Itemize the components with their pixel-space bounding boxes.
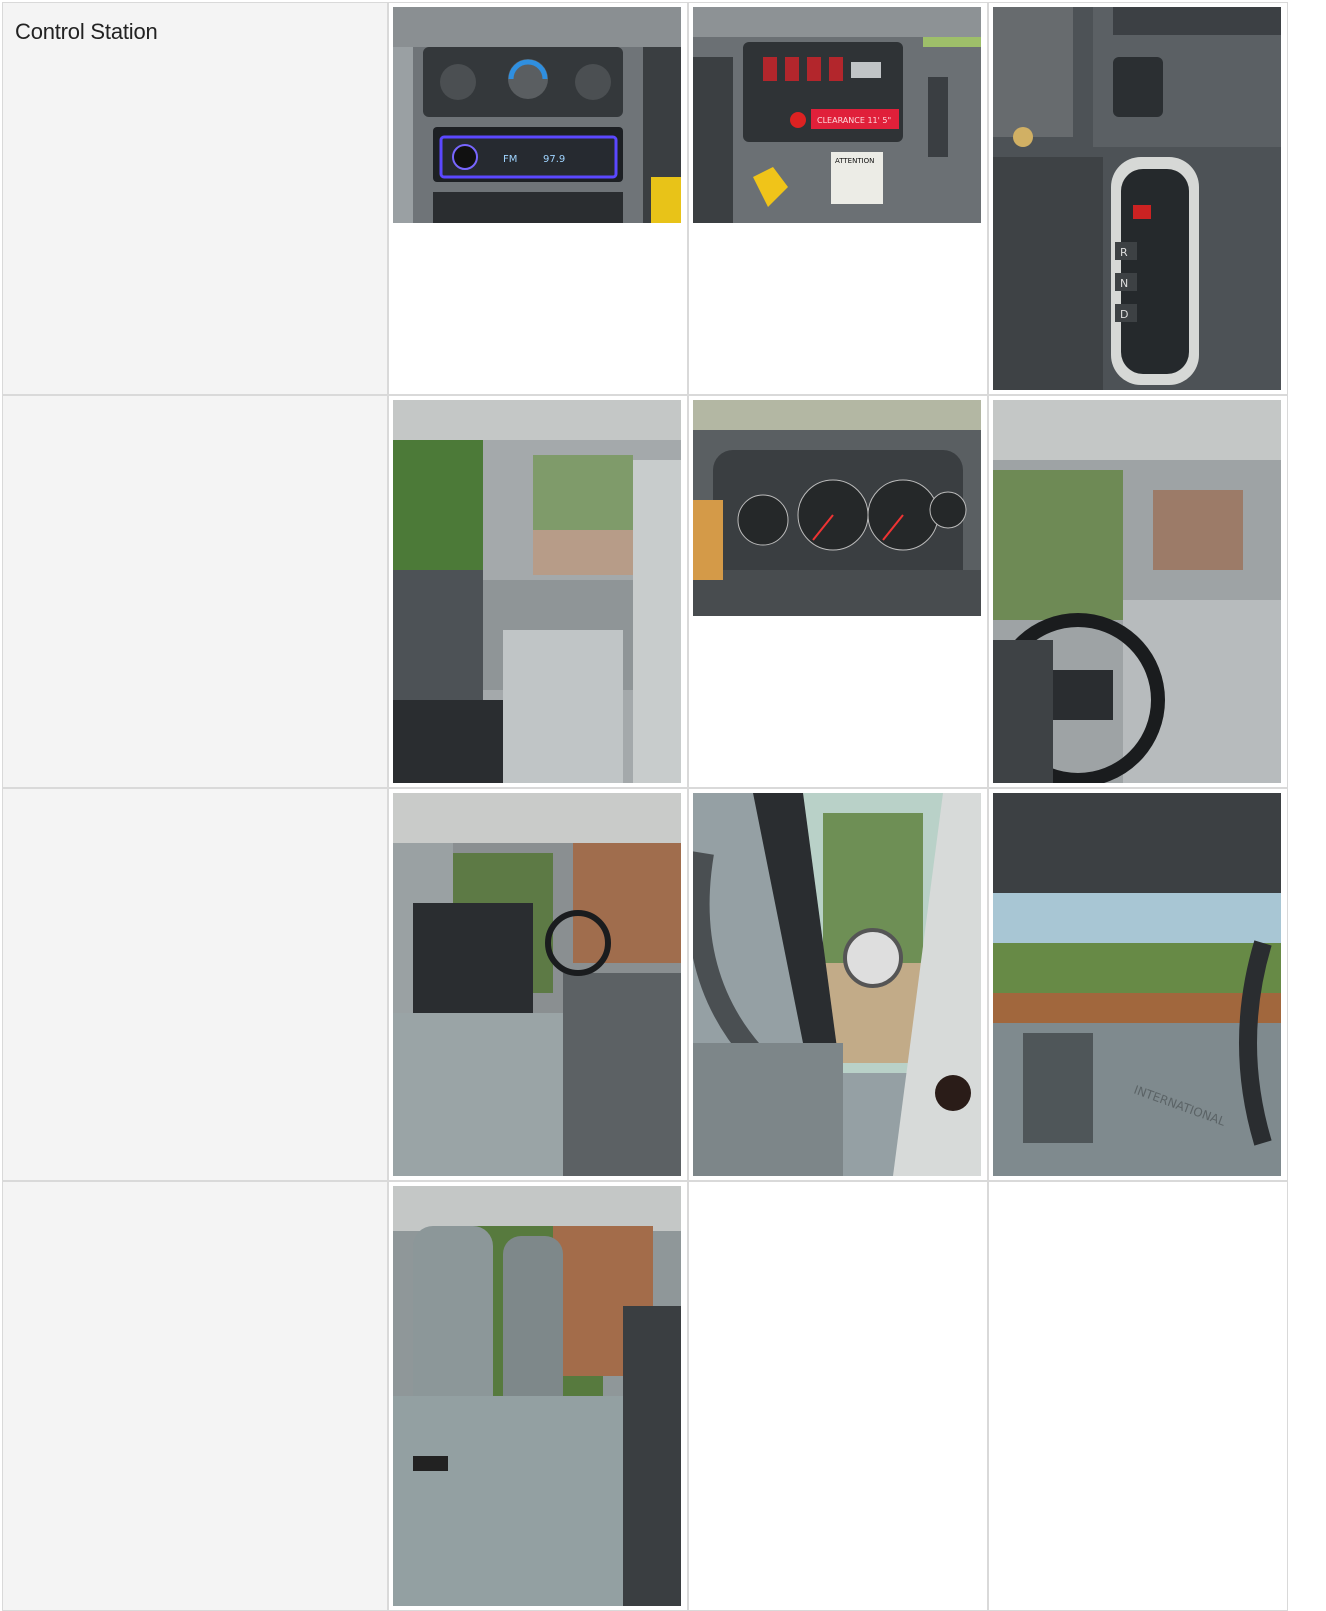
photo-cell [389, 396, 687, 787]
radio-display-text: FM [503, 154, 517, 165]
attention-label: ATTENTION [835, 157, 874, 165]
shifter-photo[interactable]: R N D [993, 7, 1281, 390]
dashboard-radio-photo[interactable]: FM 97.9 [393, 7, 681, 223]
bench-seat-photo[interactable] [393, 793, 681, 1176]
shift-n-label: N [1120, 277, 1128, 290]
photo-cell: CLEARANCE 11' 5" ATTENTION [689, 3, 987, 394]
mirror-photo[interactable] [693, 793, 981, 1176]
shift-r-label: R [1120, 246, 1128, 259]
photo-cell: INTERNATIONAL [989, 789, 1287, 1180]
photo-cell [689, 789, 987, 1180]
photo-table: Control Station FM 97.9 CLEARANCE 11' 5"… [2, 2, 1288, 1611]
section-label-cell [3, 1182, 387, 1610]
section-label-cell: Control Station [3, 3, 387, 394]
gauge-cluster-photo[interactable] [693, 400, 981, 616]
radio-frequency-text: 97.9 [543, 154, 565, 165]
shift-d-label: D [1120, 308, 1128, 321]
dashboard-side-photo[interactable]: INTERNATIONAL [993, 793, 1281, 1176]
section-label-cell [3, 396, 387, 787]
steering-wheel-photo[interactable] [993, 400, 1281, 783]
photo-cell: R N D [989, 3, 1287, 394]
clearance-label: CLEARANCE 11' 5" [817, 116, 891, 125]
photo-cell [389, 789, 687, 1180]
section-title: Control Station [15, 19, 158, 44]
empty-cell [989, 1182, 1287, 1610]
photo-cell: FM 97.9 [389, 3, 687, 394]
photo-cell [989, 396, 1287, 787]
seats-photo[interactable] [393, 1186, 681, 1606]
cab-interior-photo[interactable] [393, 400, 681, 783]
empty-cell [689, 1182, 987, 1610]
dashboard-switches-photo[interactable]: CLEARANCE 11' 5" ATTENTION [693, 7, 981, 223]
section-label-cell [3, 789, 387, 1180]
photo-cell [389, 1182, 687, 1610]
photo-cell [689, 396, 987, 787]
